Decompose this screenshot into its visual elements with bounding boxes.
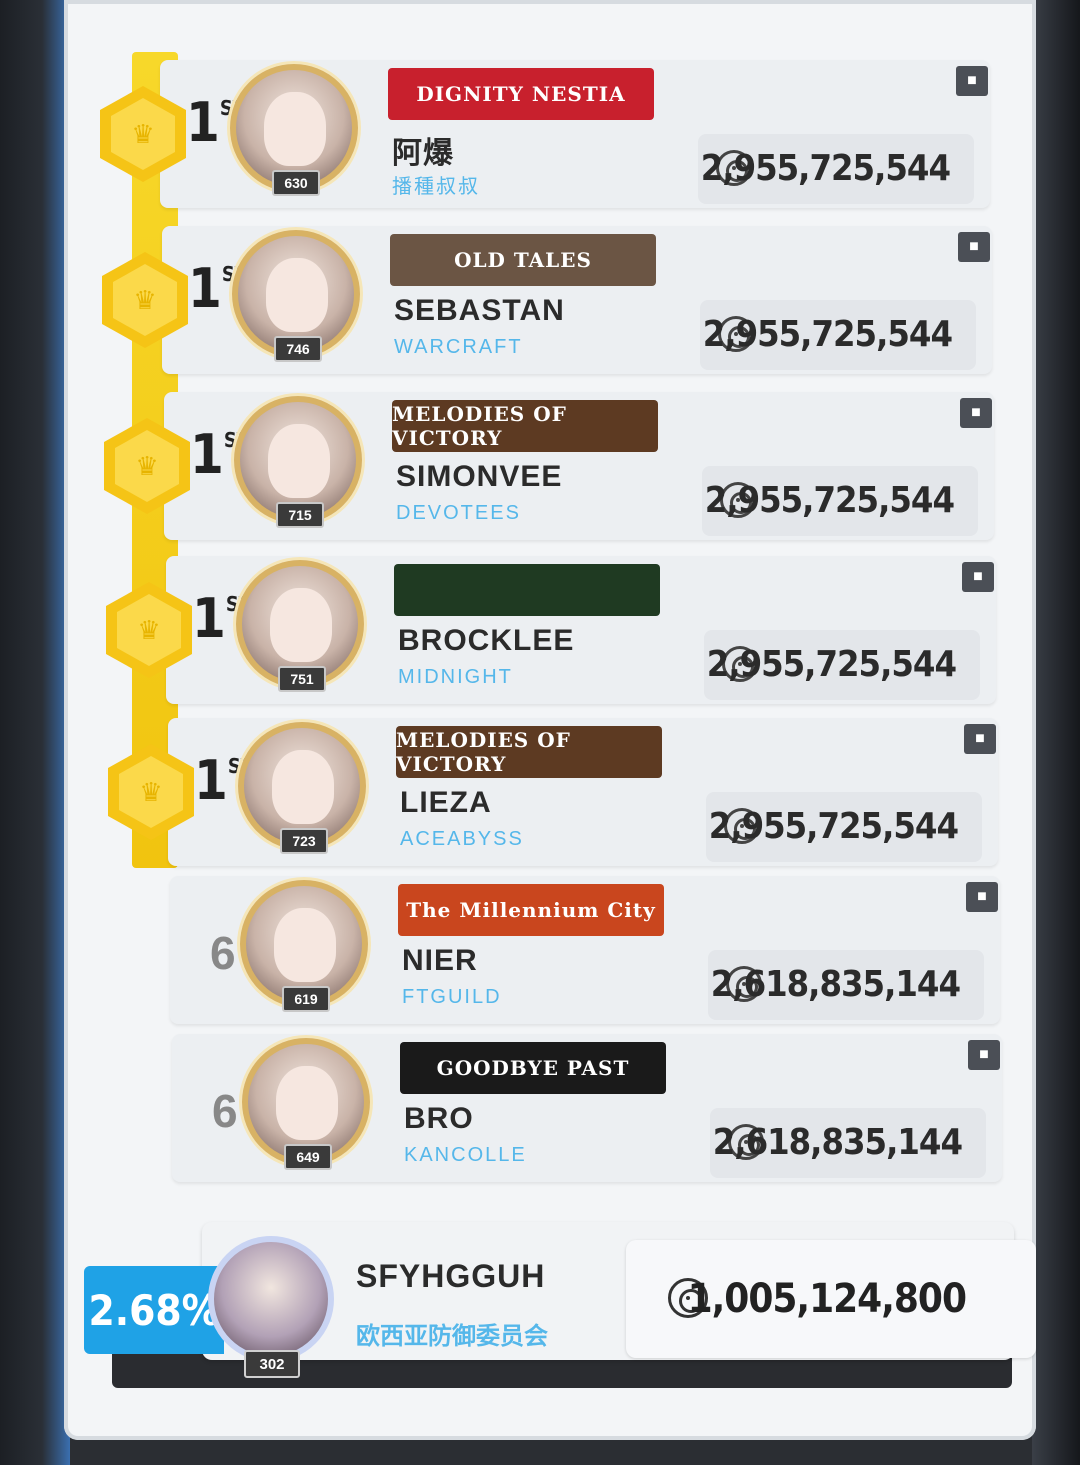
leaderboard-row[interactable]: ♛1ST751BROCKLEEMIDNIGHT2,955,725,544■ <box>106 548 1006 708</box>
player-name: LIEZA <box>400 786 492 819</box>
score-value: 2,955,725,544 <box>706 644 957 685</box>
player-name: BROCKLEE <box>398 624 575 657</box>
screen-left-bezel <box>0 0 70 1465</box>
profile-icon[interactable]: ■ <box>956 66 988 96</box>
title-banner: MELODIES OF VICTORY <box>392 400 658 452</box>
score-value: 2,955,725,544 <box>704 480 955 521</box>
title-banner: The Millennium City <box>398 884 664 936</box>
profile-icon[interactable]: ■ <box>962 562 994 592</box>
my-level-badge: 302 <box>244 1350 300 1378</box>
my-player-name: SFYHGGUH <box>356 1258 546 1294</box>
guild-name: WARCRAFT <box>394 336 523 358</box>
guild-name: DEVOTEES <box>396 502 521 524</box>
score-box: 2,955,725,544 <box>704 630 980 700</box>
score-box: 2,955,725,544 <box>698 134 974 204</box>
score-value: 2,618,835,144 <box>712 1122 963 1163</box>
score-value: 2,955,725,544 <box>702 314 953 355</box>
score-value: 2,955,725,544 <box>708 806 959 847</box>
level-badge: 746 <box>274 336 322 362</box>
level-badge: 619 <box>282 986 330 1012</box>
leaderboard-row[interactable]: ♛1ST715MELODIES OF VICTORYSIMONVEEDEVOTE… <box>104 384 1004 544</box>
level-badge: 751 <box>278 666 326 692</box>
profile-icon[interactable]: ■ <box>958 232 990 262</box>
my-rank-bar: 2.68% 302 SFYHGGUH 欧西亚防御委员会 1,005,124,80… <box>84 1222 1036 1402</box>
score-box: 2,955,725,544 <box>706 792 982 862</box>
title-banner: DIGNITY NESTIA <box>388 68 654 120</box>
level-badge: 649 <box>284 1144 332 1170</box>
player-name: SEBASTAN <box>394 294 565 327</box>
my-percentile: 2.68% <box>84 1266 224 1354</box>
player-name: BRO <box>404 1102 474 1135</box>
profile-icon[interactable]: ■ <box>966 882 998 912</box>
score-box: 2,618,835,144 <box>708 950 984 1020</box>
score-value: 2,955,725,544 <box>700 148 951 189</box>
screen-right-bezel <box>1032 0 1080 1465</box>
level-badge: 723 <box>280 828 328 854</box>
level-badge: 715 <box>276 502 324 528</box>
my-score: 1,005,124,800 <box>687 1276 967 1322</box>
leaderboard-row[interactable]: 6 619 The Millennium City NIER FTGUILD 2,618,… <box>110 868 1010 1028</box>
score-box: 2,955,725,544 <box>700 300 976 370</box>
profile-icon[interactable]: ■ <box>960 398 992 428</box>
level-badge: 630 <box>272 170 320 196</box>
score-box: 2,618,835,144 <box>710 1108 986 1178</box>
player-name: NIER <box>402 944 478 977</box>
leaderboard-row[interactable]: 6 649 GOODBYE PAST BRO KANCOLLE 2,618,835,144… <box>112 1026 1012 1186</box>
player-name: 阿爆 <box>392 137 454 170</box>
rank-number: 6 <box>210 927 236 979</box>
score-box: 2,955,725,544 <box>702 466 978 536</box>
guild-name: ACEABYSS <box>400 828 524 850</box>
leaderboard-row[interactable]: ♛1ST630DIGNITY NESTIA阿爆播種叔叔2,955,725,544… <box>100 52 1000 212</box>
title-banner <box>394 564 660 616</box>
leaderboard-row[interactable]: ♛1ST746OLD TALESSEBASTANWARCRAFT2,955,72… <box>102 218 1002 378</box>
my-guild-name: 欧西亚防御委员会 <box>356 1323 548 1350</box>
profile-icon[interactable]: ■ <box>964 724 996 754</box>
my-score-box: 1,005,124,800 <box>626 1240 1036 1358</box>
score-value: 2,618,835,144 <box>710 964 961 1005</box>
player-name: SIMONVEE <box>396 460 563 493</box>
my-avatar[interactable] <box>208 1236 334 1362</box>
guild-name: 播種叔叔 <box>392 176 480 198</box>
title-banner: GOODBYE PAST <box>400 1042 666 1094</box>
guild-name: KANCOLLE <box>404 1144 527 1166</box>
title-banner: MELODIES OF VICTORY <box>396 726 662 778</box>
leaderboard-row[interactable]: ♛1ST723MELODIES OF VICTORYLIEZAACEABYSS2… <box>108 710 1008 870</box>
guild-name: MIDNIGHT <box>398 666 513 688</box>
profile-icon[interactable]: ■ <box>968 1040 1000 1070</box>
guild-name: FTGUILD <box>402 986 502 1008</box>
rank-number: 6 <box>212 1085 238 1137</box>
title-banner: OLD TALES <box>390 234 656 286</box>
